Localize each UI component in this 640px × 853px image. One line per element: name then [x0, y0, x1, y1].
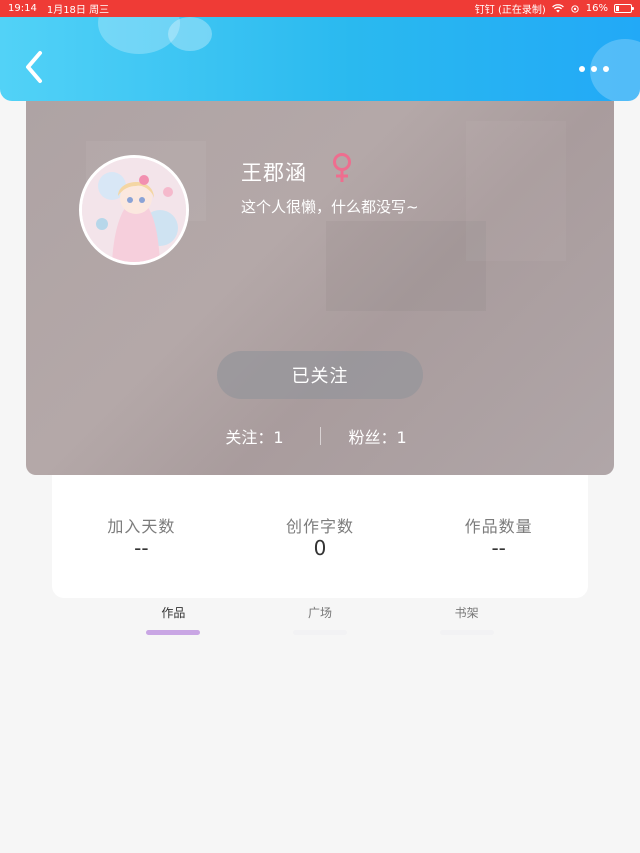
more-dots-icon	[579, 66, 585, 72]
following-count[interactable]: 关注：1	[170, 424, 320, 448]
tab-square[interactable]: 广场	[247, 604, 394, 640]
tab-label: 书架	[454, 606, 479, 620]
stat-word-count: 创作字数 0	[231, 475, 410, 598]
header-bubble	[168, 17, 212, 51]
status-date: 1月18日 周三	[46, 5, 110, 16]
status-left: 19:14 1月18日 周三	[8, 1, 109, 16]
tab-label: 广场	[308, 606, 333, 620]
status-app: 钉钉 (正在录制)	[474, 5, 546, 16]
avatar[interactable]	[79, 155, 189, 265]
tab-indicator	[146, 630, 201, 635]
stat-value: --	[134, 536, 149, 560]
profile-bio: 这个人很懒，什么都没写~	[241, 198, 419, 216]
back-button[interactable]	[20, 47, 50, 87]
stat-label: 创作字数	[286, 517, 355, 536]
tab-bookshelf[interactable]: 书架	[393, 604, 540, 640]
battery-percent: 16%	[585, 3, 608, 14]
background-blur	[466, 121, 566, 261]
more-dots-icon	[591, 66, 597, 72]
location-lock-icon	[571, 4, 579, 13]
stat-label: 作品数量	[464, 517, 533, 536]
stats-panel: 加入天数 -- 创作字数 0 作品数量 --	[52, 475, 588, 598]
background-blur	[326, 221, 486, 311]
follow-stats: 关注：1 粉丝：1	[26, 425, 614, 447]
wifi-icon	[551, 4, 564, 13]
status-bar: 19:14 1月18日 周三 钉钉 (正在录制) 16%	[0, 0, 640, 17]
avatar-illustration	[82, 158, 186, 262]
status-time: 19:14	[8, 3, 37, 14]
followed-button[interactable]: 已关注	[217, 351, 423, 399]
tab-works[interactable]: 作品	[100, 604, 247, 640]
tab-indicator	[439, 630, 494, 635]
tab-label: 作品	[161, 606, 186, 620]
stat-value: 0	[313, 536, 327, 560]
stat-label: 加入天数	[107, 517, 176, 536]
female-icon	[333, 153, 351, 182]
stat-works-count: 作品数量 --	[409, 475, 588, 598]
more-dots-icon	[603, 66, 609, 72]
stat-join-days: 加入天数 --	[52, 475, 231, 598]
tab-indicator	[293, 630, 347, 635]
fans-count[interactable]: 粉丝：1	[321, 424, 471, 448]
more-button[interactable]	[574, 61, 614, 77]
chevron-left-icon	[26, 51, 42, 83]
profile-card: 王郡涵 这个人很懒，什么都没写~ 已关注 关注：1 粉丝：1	[26, 101, 614, 475]
top-header	[0, 17, 640, 101]
battery-icon	[614, 4, 634, 13]
profile-name: 王郡涵	[241, 161, 307, 185]
stat-value: --	[491, 536, 506, 560]
content-tabs: 作品 广场 书架	[100, 604, 540, 640]
status-right: 钉钉 (正在录制) 16%	[474, 1, 634, 16]
